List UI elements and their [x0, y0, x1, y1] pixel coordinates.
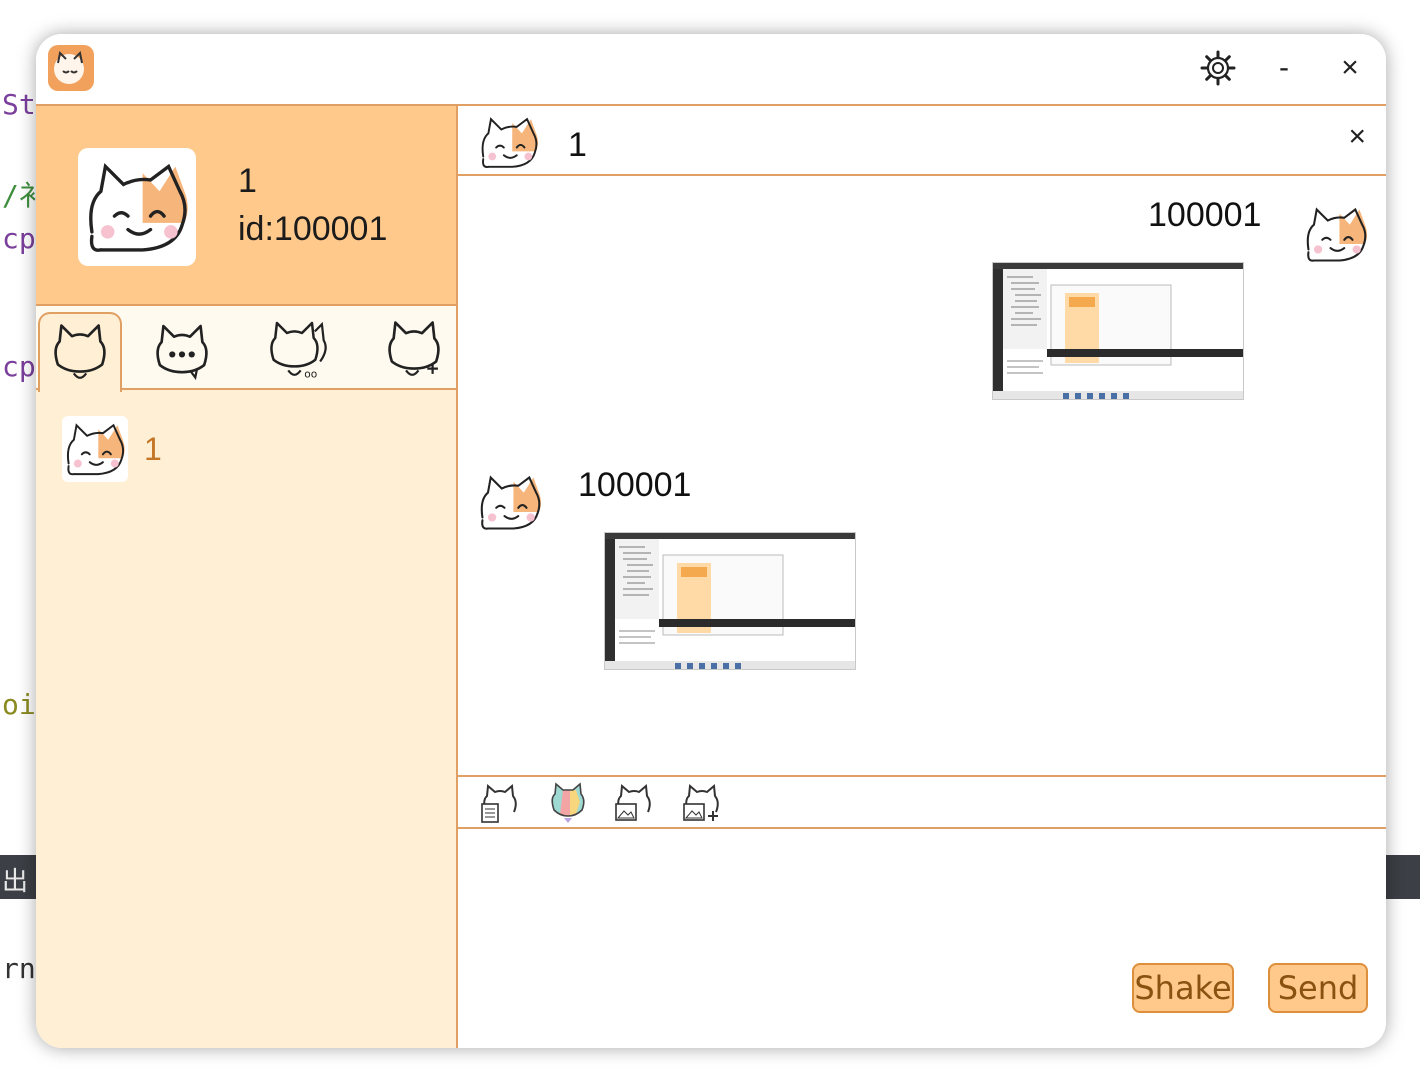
friend-name: 1 [144, 430, 162, 467]
send-image-button[interactable] [612, 782, 656, 824]
cat-app-icon [48, 45, 94, 91]
nav-tabs: oo [36, 306, 456, 392]
friend-list-item[interactable]: 1 [62, 416, 162, 482]
message-list[interactable]: 100001 100001 [458, 176, 1386, 776]
cat-contacts-icon [54, 324, 106, 379]
send-file-button[interactable] [478, 782, 522, 824]
gear-icon [1200, 50, 1236, 86]
code-fragment: cp [2, 222, 36, 255]
profile-card: 1 id:100001 [36, 104, 456, 306]
cat-avatar-icon [1306, 208, 1369, 262]
cat-avatar-icon [62, 416, 128, 482]
message-image[interactable] [604, 532, 856, 670]
output-tab-label: 出 [2, 867, 29, 897]
code-fragment: rn [2, 952, 36, 985]
cat-image-icon [615, 783, 651, 821]
close-button[interactable]: × [1328, 46, 1372, 90]
message-image[interactable] [992, 262, 1244, 400]
cat-group-icon: oo [270, 321, 327, 380]
chat-app-window: - × 1 id:100001 oo 1 1 × 100001 100001 S… [36, 34, 1386, 1048]
cat-avatar-icon [480, 476, 543, 530]
cat-file-icon [481, 783, 517, 823]
code-fragment: oi [2, 688, 36, 721]
send-button[interactable]: Send [1268, 963, 1368, 1013]
cat-avatar-icon[interactable] [78, 148, 196, 266]
cat-color-icon [551, 782, 585, 823]
code-fragment: St [2, 88, 36, 121]
shake-button[interactable]: Shake [1132, 963, 1234, 1013]
message-input[interactable]: Shake Send [458, 829, 1386, 1048]
tab-messages[interactable] [140, 312, 224, 388]
title-bar[interactable]: - × [36, 34, 1386, 104]
cat-avatar-icon [481, 118, 539, 168]
message-sender: 100001 [1148, 196, 1262, 234]
left-panel: 1 id:100001 oo 1 [36, 104, 458, 1048]
chat-title: 1 [568, 126, 587, 164]
cat-messages-icon [156, 324, 208, 381]
minimize-button[interactable]: - [1262, 46, 1306, 90]
add-image-button[interactable] [680, 782, 724, 824]
tab-add-friend[interactable] [372, 312, 456, 388]
close-chat-button[interactable]: × [1348, 120, 1366, 154]
profile-id: id:100001 [238, 210, 388, 248]
cat-add-friend-icon [388, 321, 440, 376]
tab-contacts[interactable] [38, 312, 122, 392]
svg-text:oo: oo [304, 367, 317, 380]
settings-button[interactable] [1196, 46, 1240, 90]
cat-image-add-icon [683, 783, 719, 821]
text-color-button[interactable] [546, 782, 590, 824]
tab-group[interactable]: oo [256, 312, 340, 388]
code-fragment: cp [2, 350, 36, 383]
chat-header: 1 × [458, 104, 1386, 176]
message-sender: 100001 [578, 466, 692, 504]
profile-name: 1 [238, 162, 257, 200]
chat-toolbar [458, 775, 1386, 829]
